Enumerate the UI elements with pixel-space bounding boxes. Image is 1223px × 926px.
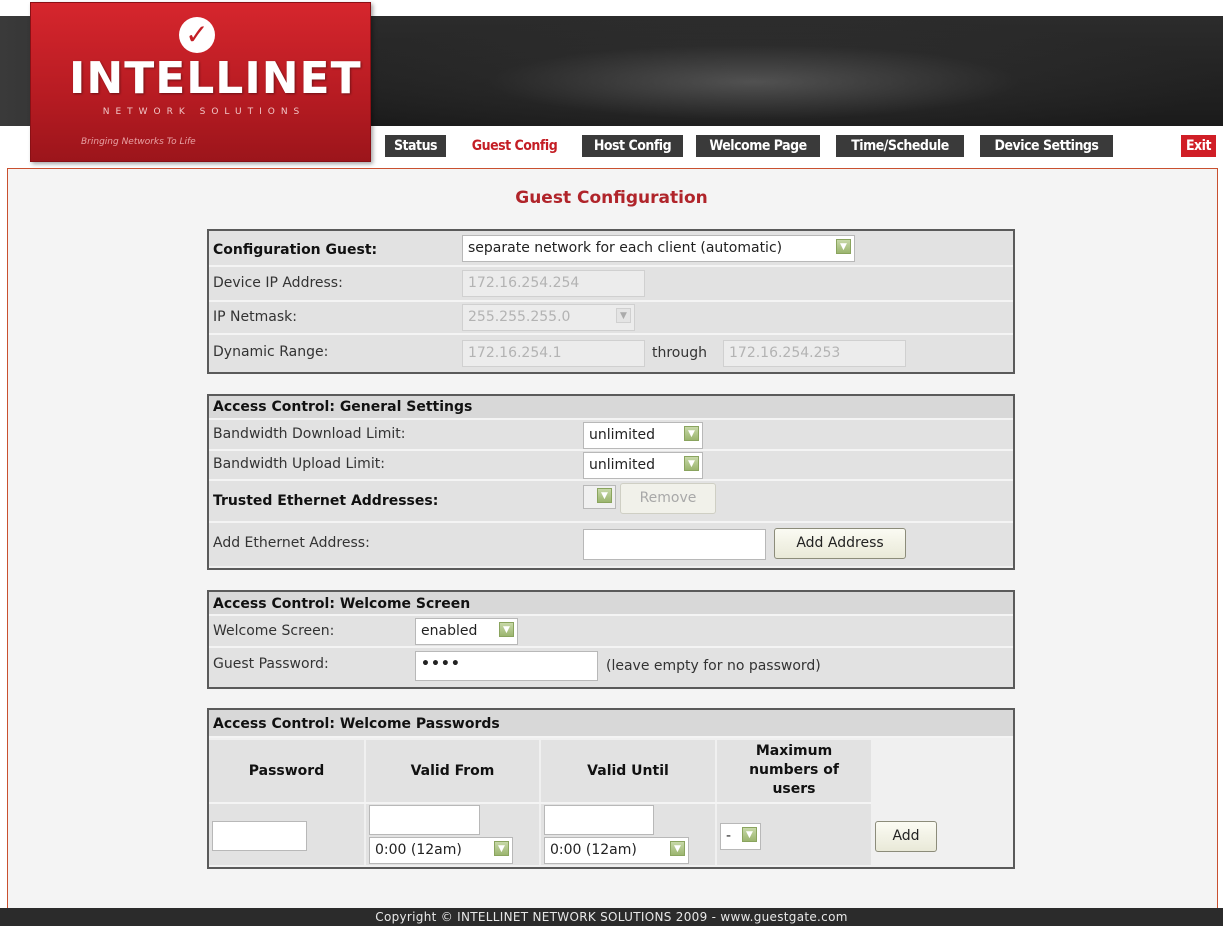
valid-until-time-select[interactable]: 0:00 (12am) ▼	[544, 837, 689, 864]
netmask-label: IP Netmask:	[213, 309, 297, 325]
device-ip-row: Device IP Address: 172.16.254.254	[209, 267, 1013, 302]
dynamic-range-row: Dynamic Range: 172.16.254.1 through 172.…	[209, 335, 1013, 372]
trusted-addresses-select[interactable]: ▼	[583, 485, 616, 509]
nav-tab-time-schedule[interactable]: Time/Schedule	[836, 135, 964, 157]
netmask-select[interactable]: 255.255.255.0 ▼	[462, 304, 635, 331]
header: ✓ INTELLINET NETWORK SOLUTIONS Bringing …	[0, 0, 1223, 170]
config-guest-select[interactable]: separate network for each client (automa…	[462, 235, 855, 262]
checkmark-icon: ✓	[179, 17, 215, 53]
chevron-down-icon: ▼	[597, 488, 612, 503]
download-limit-label: Bandwidth Download Limit:	[213, 426, 406, 442]
welcome-passwords-panel: Access Control: Welcome Passwords Passwo…	[207, 708, 1015, 869]
general-settings-header-row: Access Control: General Settings	[209, 396, 1013, 420]
brand-tagline: Bringing Networks To Life	[81, 137, 196, 147]
config-guest-label: Configuration Guest:	[213, 242, 378, 258]
upload-limit-select[interactable]: unlimited ▼	[583, 452, 703, 479]
add-address-button[interactable]: Add Address	[774, 528, 906, 559]
download-limit-select[interactable]: unlimited ▼	[583, 422, 703, 449]
range-through-label: through	[652, 345, 708, 361]
chevron-down-icon: ▼	[494, 841, 509, 856]
upload-limit-value: unlimited	[589, 457, 656, 473]
guest-password-input[interactable]: ••••	[415, 651, 598, 681]
nav-tab-guest-config[interactable]: Guest Config	[460, 135, 569, 157]
welcome-screen-value: enabled	[421, 623, 478, 639]
welcome-screen-header: Access Control: Welcome Screen	[213, 596, 471, 612]
guest-password-label: Guest Password:	[213, 656, 329, 672]
valid-from-time-value: 0:00 (12am)	[375, 842, 462, 858]
upload-limit-label: Bandwidth Upload Limit:	[213, 456, 385, 472]
guest-password-row: Guest Password: •••• (leave empty for no…	[209, 648, 1013, 687]
add-password-button[interactable]: Add	[875, 821, 937, 852]
valid-until-time-value: 0:00 (12am)	[550, 842, 637, 858]
col-valid-until-header: Valid Until	[587, 763, 669, 779]
header-divider	[209, 802, 871, 804]
chevron-down-icon: ▼	[836, 239, 851, 254]
chevron-down-icon: ▼	[742, 827, 757, 842]
brand-logo: ✓ INTELLINET NETWORK SOLUTIONS Bringing …	[30, 2, 371, 162]
footer-copyright: Copyright © INTELLINET NETWORK SOLUTIONS…	[0, 908, 1223, 926]
col-valid-from-header: Valid From	[410, 763, 495, 779]
nav-tab-host-config[interactable]: Host Config	[582, 135, 683, 157]
welcome-passwords-table: Password Valid From Valid Until Maximum …	[209, 738, 1013, 867]
welcome-screen-select[interactable]: enabled ▼	[415, 618, 518, 645]
chevron-down-icon: ▼	[616, 308, 631, 323]
welcome-screen-row: Welcome Screen: enabled ▼	[209, 616, 1013, 648]
range-to-field[interactable]: 172.16.254.253	[723, 340, 906, 367]
config-guest-row: Configuration Guest: separate network fo…	[209, 231, 1013, 267]
device-ip-label: Device IP Address:	[213, 275, 343, 291]
trusted-addresses-row: Trusted Ethernet Addresses: ▼ Remove	[209, 481, 1013, 523]
exit-button[interactable]: Exit	[1181, 135, 1216, 157]
max-users-select[interactable]: - ▼	[720, 823, 761, 850]
dynamic-range-label: Dynamic Range:	[213, 344, 329, 360]
nav-tab-status[interactable]: Status	[385, 135, 446, 157]
welcome-screen-label: Welcome Screen:	[213, 623, 335, 639]
valid-from-time-select[interactable]: 0:00 (12am) ▼	[369, 837, 513, 864]
download-limit-value: unlimited	[589, 427, 656, 443]
guest-password-hint: (leave empty for no password)	[606, 658, 821, 674]
add-ethernet-label: Add Ethernet Address:	[213, 535, 370, 551]
upload-limit-row: Bandwidth Upload Limit: unlimited ▼	[209, 451, 1013, 481]
welcome-passwords-header: Access Control: Welcome Passwords	[213, 716, 500, 732]
welcome-passwords-header-row: Access Control: Welcome Passwords	[209, 710, 1013, 738]
general-settings-panel: Access Control: General Settings Bandwid…	[207, 394, 1015, 570]
general-settings-header: Access Control: General Settings	[213, 399, 473, 415]
brand-subline: NETWORK SOLUTIONS	[102, 107, 306, 117]
page-title: Guest Configuration	[515, 188, 708, 208]
netmask-value: 255.255.255.0	[468, 309, 571, 325]
remove-button[interactable]: Remove	[620, 483, 716, 514]
col-max-users-header: Maximum numbers of users	[749, 743, 839, 797]
col-password-header: Password	[248, 763, 325, 779]
nav-tab-welcome-page[interactable]: Welcome Page	[696, 135, 820, 157]
chevron-down-icon: ▼	[684, 456, 699, 471]
valid-until-date-input[interactable]	[544, 805, 654, 835]
device-ip-field[interactable]: 172.16.254.254	[462, 270, 645, 297]
trusted-addresses-label: Trusted Ethernet Addresses:	[213, 493, 439, 509]
chevron-down-icon: ▼	[684, 426, 699, 441]
max-users-value: -	[726, 828, 732, 844]
guest-config-panel: Configuration Guest: separate network fo…	[207, 229, 1015, 374]
welcome-screen-header-row: Access Control: Welcome Screen	[209, 592, 1013, 616]
chevron-down-icon: ▼	[499, 622, 514, 637]
brand-name: INTELLINET	[69, 53, 362, 104]
add-ethernet-row: Add Ethernet Address: Add Address	[209, 523, 1013, 566]
valid-from-date-input[interactable]	[369, 805, 480, 835]
chevron-down-icon: ▼	[670, 841, 685, 856]
download-limit-row: Bandwidth Download Limit: unlimited ▼	[209, 420, 1013, 451]
range-from-field[interactable]: 172.16.254.1	[462, 340, 645, 367]
new-password-input[interactable]	[212, 821, 307, 851]
nav-tab-device-settings[interactable]: Device Settings	[980, 135, 1113, 157]
config-guest-value: separate network for each client (automa…	[468, 240, 783, 256]
netmask-row: IP Netmask: 255.255.255.0 ▼	[209, 302, 1013, 335]
welcome-screen-panel: Access Control: Welcome Screen Welcome S…	[207, 590, 1015, 689]
header-banner-image	[370, 16, 1223, 126]
add-ethernet-input[interactable]	[583, 529, 766, 560]
